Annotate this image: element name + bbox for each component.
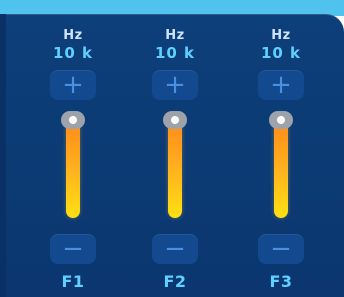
channel-f1: Hz 10 k + − F1 — [38, 14, 108, 297]
channel-label: F2 — [163, 272, 187, 291]
slider-knob[interactable] — [163, 111, 187, 129]
frequency-value: 10 k — [260, 44, 302, 62]
minus-icon: − — [62, 234, 84, 264]
channel-label: F3 — [269, 272, 293, 291]
slider-knob[interactable] — [61, 111, 85, 129]
knob-dot — [277, 116, 285, 124]
frequency-value: 10 k — [52, 44, 94, 62]
frequency-value: 10 k — [154, 44, 196, 62]
panel-edge — [0, 14, 6, 297]
frequency-unit: Hz — [63, 28, 83, 43]
decrease-button[interactable]: − — [258, 234, 304, 264]
frequency-unit: Hz — [271, 28, 291, 43]
channel-label: F1 — [61, 272, 85, 291]
increase-button[interactable]: + — [258, 70, 304, 100]
plus-icon: + — [270, 70, 292, 100]
plus-icon: + — [164, 70, 186, 100]
slider-knob[interactable] — [269, 111, 293, 129]
minus-icon: − — [164, 234, 186, 264]
slider-track[interactable] — [168, 122, 182, 218]
slider-track[interactable] — [274, 122, 288, 218]
minus-icon: − — [270, 234, 292, 264]
knob-dot — [171, 116, 179, 124]
increase-button[interactable]: + — [152, 70, 198, 100]
plus-icon: + — [62, 70, 84, 100]
frequency-unit: Hz — [165, 28, 185, 43]
decrease-button[interactable]: − — [152, 234, 198, 264]
increase-button[interactable]: + — [50, 70, 96, 100]
decrease-button[interactable]: − — [50, 234, 96, 264]
slider-track[interactable] — [66, 122, 80, 218]
knob-dot — [69, 116, 77, 124]
channel-f3: Hz 10 k + − F3 — [246, 14, 316, 297]
channel-f2: Hz 10 k + − F2 — [140, 14, 210, 297]
